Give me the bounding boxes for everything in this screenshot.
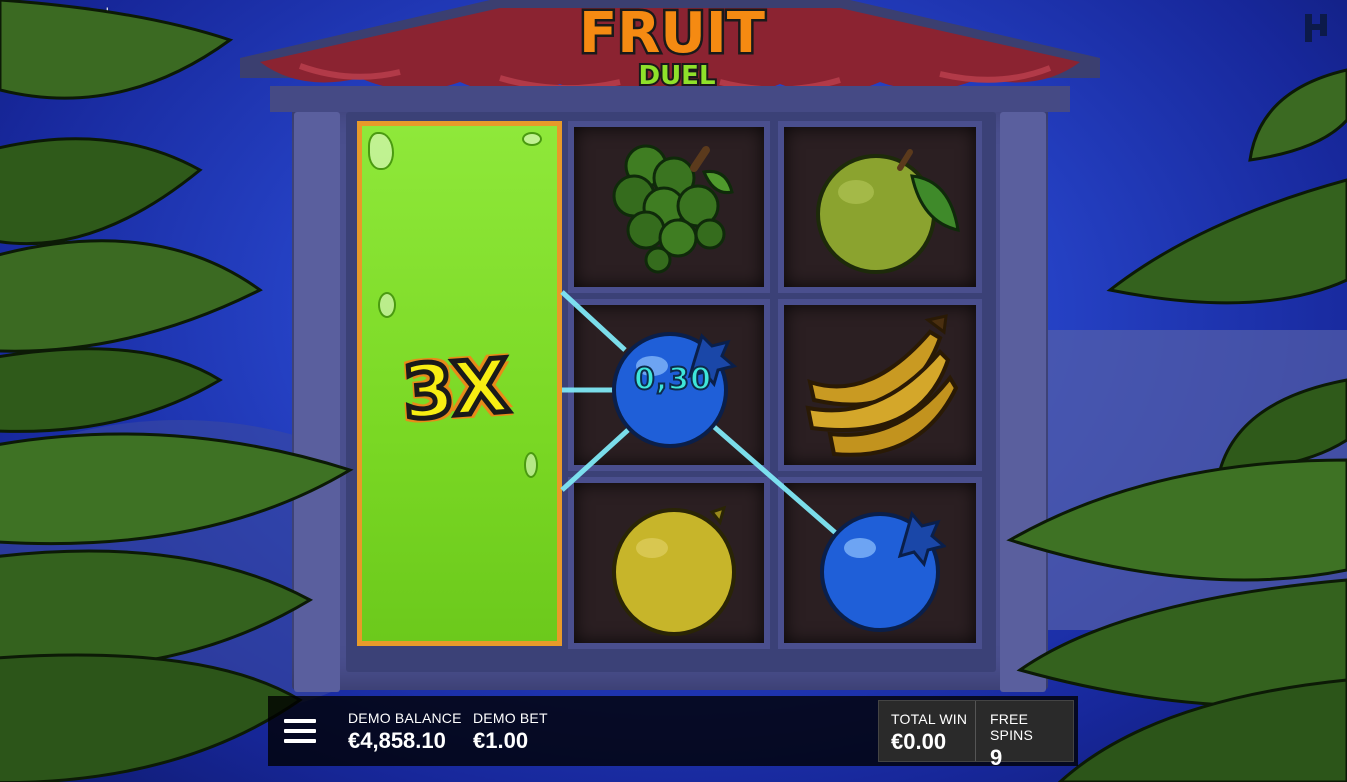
bet-value: €1.00 [473, 728, 529, 753]
free-spins-label: FREE SPINS [990, 711, 1034, 743]
total-win-label: TOTAL WIN [891, 711, 968, 727]
game-scene: 3X 0,30 FRUIT DUEL [0, 0, 1347, 782]
status-bar: 14:40 | Fruit Duel [8, 6, 109, 20]
balance-display: DEMO BALANCE €4,858.10 [348, 710, 462, 754]
divider [975, 701, 976, 761]
bet-display[interactable]: DEMO BET €1.00 [473, 710, 548, 754]
win-panel: TOTAL WIN €0.00 FREE SPINS 9 [878, 700, 1074, 770]
bottom-bar: DEMO BALANCE €4,858.10 DEMO BET €1.00 TO… [268, 696, 1078, 770]
app-title: Fruit Duel [54, 6, 109, 20]
bet-label: DEMO BET [473, 710, 548, 726]
coin-value: 0,30 [633, 361, 713, 398]
menu-button[interactable] [280, 712, 320, 750]
balance-value: €4,858.10 [348, 728, 446, 753]
clock: 14:40 [8, 6, 40, 20]
background-building [1040, 330, 1347, 630]
balance-label: DEMO BALANCE [348, 710, 462, 726]
green-apple-icon [816, 149, 960, 274]
banana-icon [805, 314, 959, 457]
juice-drop [378, 292, 396, 318]
free-spins-display: FREE SPINS 9 [990, 711, 1073, 771]
separator: | [45, 6, 49, 20]
stall-pillar-left [294, 112, 340, 692]
logo-line1: FRUIT [579, 1, 765, 66]
total-win-value: €0.00 [891, 729, 947, 754]
brand-logo-icon [1305, 14, 1327, 42]
juice-drop [368, 132, 394, 170]
free-spins-value: 9 [990, 745, 1003, 770]
logo-line2: DUEL [638, 61, 715, 91]
juice-drop [522, 132, 542, 146]
grapes-icon [612, 144, 734, 274]
hamburger-icon [284, 729, 316, 733]
blueberry-icon [820, 510, 946, 632]
total-win-display: TOTAL WIN €0.00 [891, 711, 967, 755]
stall-pillar-right [1000, 112, 1046, 692]
wild-multiplier: 3X [397, 341, 512, 439]
hamburger-icon [284, 719, 316, 723]
lemon-icon [612, 505, 736, 636]
juice-drop [524, 452, 538, 478]
hamburger-icon [284, 739, 316, 743]
game-logo: FRUIT DUEL [577, 0, 768, 92]
